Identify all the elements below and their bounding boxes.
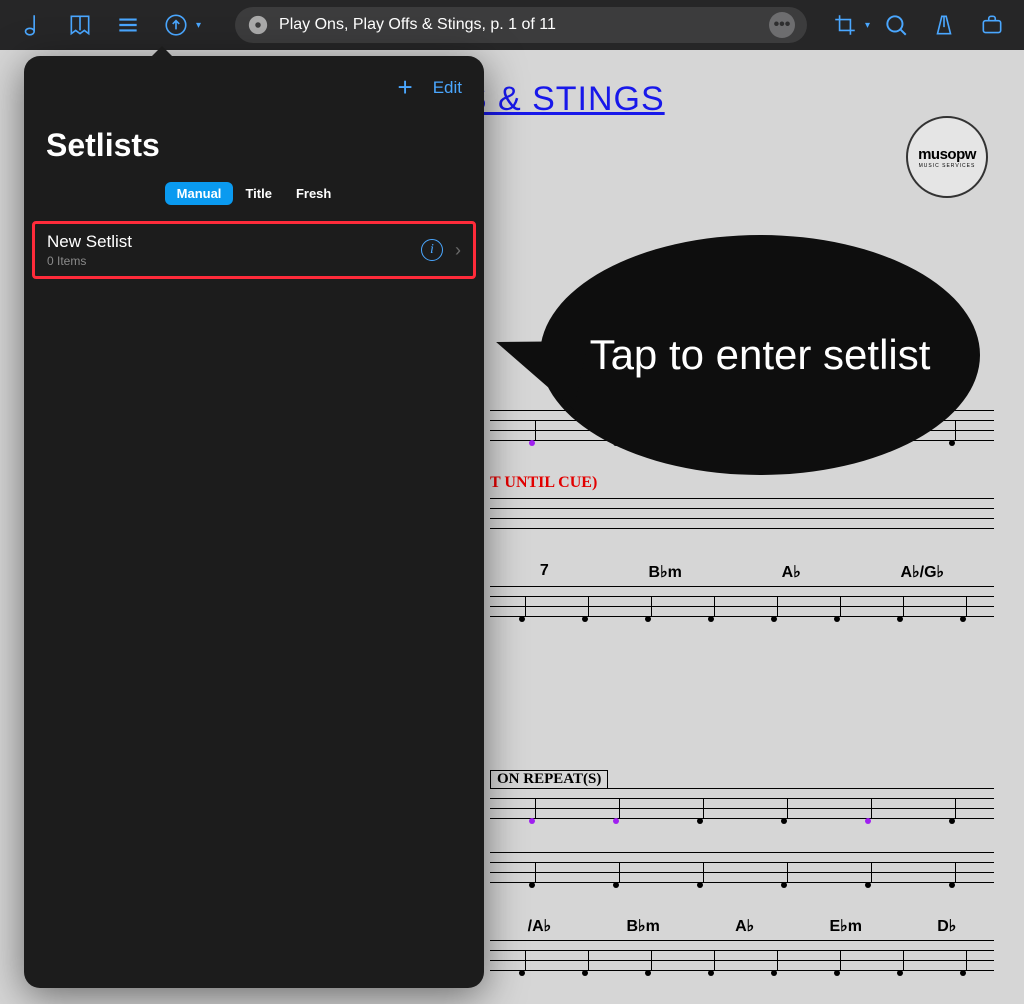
segment-manual[interactable]: Manual [165,182,234,205]
tooltip-text: Tap to enter setlist [550,330,971,380]
info-icon[interactable]: i [421,239,443,261]
segment-fresh[interactable]: Fresh [284,182,343,205]
chord: E♭m [829,916,861,936]
edit-button[interactable]: Edit [433,78,462,98]
setlist-count: 0 Items [47,254,421,268]
logo-text: musopw [918,146,976,163]
metronome-icon[interactable] [922,3,966,47]
document-title: Play Ons, Play Offs & Stings, p. 1 of 11 [279,16,759,34]
document-title-pill[interactable]: Play Ons, Play Offs & Stings, p. 1 of 11… [235,7,807,43]
chord-row: 7 B♭m A♭ A♭/G♭ [490,562,994,582]
chord: D♭ [937,916,956,936]
chord: B♭m [626,916,659,936]
add-setlist-button[interactable]: + [398,72,413,103]
repeat-label: ON REPEAT(S) [490,770,608,788]
more-icon[interactable]: ••• [769,12,795,38]
note-icon[interactable] [10,3,54,47]
chord: 7 [540,562,549,582]
share-icon[interactable] [154,3,198,47]
cue-direction: T UNTIL CUE) [490,474,994,492]
segment-title[interactable]: Title [233,182,284,205]
setlist-name: New Setlist [47,232,421,252]
chevron-down-icon[interactable]: ▾ [196,20,201,31]
sort-segmented-control: Manual Title Fresh [24,178,484,217]
bookmark-icon[interactable] [58,3,102,47]
search-icon[interactable] [874,3,918,47]
chevron-right-icon: › [455,240,461,261]
chord: B♭m [649,562,682,582]
chord: A♭ [782,562,801,582]
tooltip-bubble: Tap to enter setlist [540,235,980,475]
setlist-row[interactable]: New Setlist 0 Items i › [32,221,476,279]
menu-icon[interactable] [106,3,150,47]
chord: A♭ [735,916,754,936]
logo-subtext: MUSIC SERVICES [919,163,976,169]
setlists-popover: + Edit Setlists Manual Title Fresh New S… [24,56,484,988]
chord: /A♭ [528,916,552,936]
popover-title: Setlists [24,103,484,178]
top-toolbar: ▾ Play Ons, Play Offs & Stings, p. 1 of … [0,0,1024,50]
gear-icon[interactable] [247,14,269,36]
chord: A♭/G♭ [901,562,945,582]
briefcase-icon[interactable] [970,3,1014,47]
chevron-down-icon[interactable]: ▾ [865,20,870,31]
music-system-2: ON REPEAT(S) /A♭ B♭m A♭ E♭m D♭ [490,770,994,1004]
crop-icon[interactable] [823,3,867,47]
chord-row: /A♭ B♭m A♭ E♭m D♭ [490,916,994,936]
logo: musopw MUSIC SERVICES [906,116,988,198]
